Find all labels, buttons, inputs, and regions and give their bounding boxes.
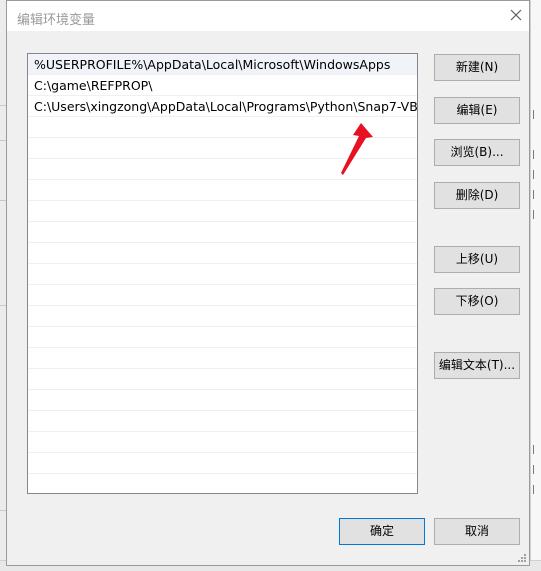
annotation-arrow-icon (341, 123, 373, 175)
empty-row[interactable] (28, 264, 417, 285)
edit-environment-variable-dialog: 编辑环境变量 %USERPROFILE%\AppData\Local\Micro… (6, 0, 530, 566)
empty-row[interactable] (28, 411, 417, 432)
path-item[interactable]: %USERPROFILE%\AppData\Local\Microsoft\Wi… (28, 54, 417, 75)
path-item[interactable]: C:\Users\xingzong\AppData\Local\Programs… (28, 96, 417, 117)
ok-button[interactable]: 确定 (339, 518, 425, 545)
empty-row[interactable] (28, 432, 417, 453)
move-down-button[interactable]: 下移(O) (434, 288, 520, 315)
resize-grip-icon[interactable] (517, 553, 527, 563)
empty-row[interactable] (28, 474, 417, 493)
empty-row[interactable] (28, 453, 417, 474)
edit-button[interactable]: 编辑(E) (434, 97, 520, 124)
browse-button[interactable]: 浏览(B)... (434, 139, 520, 166)
empty-row[interactable] (28, 285, 417, 306)
edit-text-button[interactable]: 编辑文本(T)... (434, 352, 520, 379)
empty-row[interactable] (28, 306, 417, 327)
new-button[interactable]: 新建(N) (434, 54, 520, 81)
empty-row[interactable] (28, 222, 417, 243)
empty-row[interactable] (28, 369, 417, 390)
close-icon[interactable] (507, 6, 525, 24)
empty-row[interactable] (28, 180, 417, 201)
delete-button[interactable]: 删除(D) (434, 182, 520, 209)
empty-row[interactable] (28, 348, 417, 369)
move-up-button[interactable]: 上移(U) (434, 246, 520, 273)
empty-row[interactable] (28, 327, 417, 348)
path-list[interactable]: %USERPROFILE%\AppData\Local\Microsoft\Wi… (27, 53, 418, 494)
path-item[interactable]: C:\game\REFPROP\ (28, 75, 417, 96)
empty-row[interactable] (28, 243, 417, 264)
title-bar: 编辑环境变量 (7, 1, 529, 31)
background-window-right (530, 0, 541, 570)
cancel-button[interactable]: 取消 (434, 518, 520, 545)
empty-row[interactable] (28, 390, 417, 411)
empty-row[interactable] (28, 201, 417, 222)
dialog-title: 编辑环境变量 (17, 13, 96, 28)
